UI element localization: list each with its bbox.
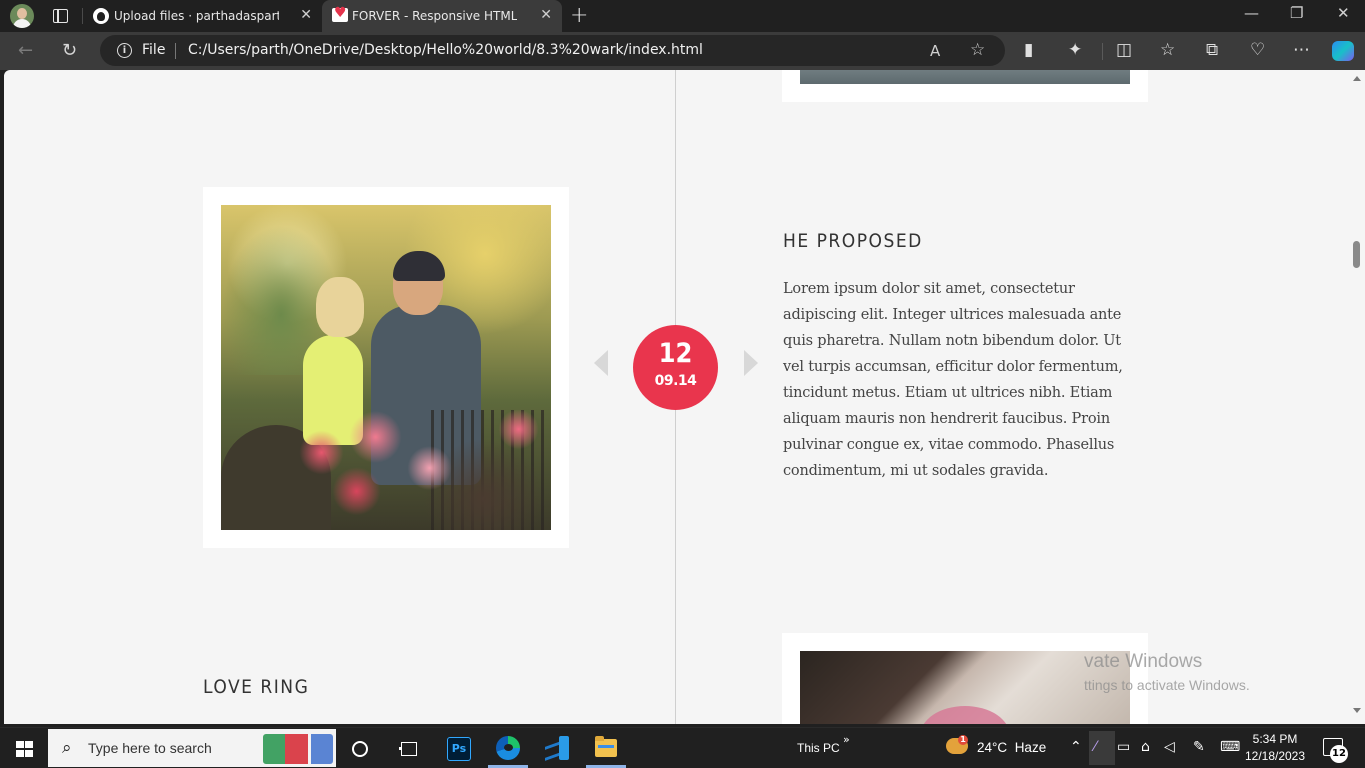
arrow-left-icon <box>594 350 608 376</box>
copilot-icon[interactable] <box>1332 41 1354 61</box>
event-title: LOVE RING <box>203 676 310 698</box>
tab-close-icon[interactable]: ✕ <box>540 7 552 23</box>
ring-photo <box>800 651 1130 724</box>
date-badge: 12 09.14 <box>633 325 718 410</box>
divider <box>82 8 83 24</box>
collections-icon[interactable]: ⧉ <box>1206 40 1218 60</box>
url-text[interactable]: C:/Users/parth/OneDrive/Desktop/Hello%20… <box>188 42 703 58</box>
extensions-puzzle-icon[interactable]: ✦ <box>1068 40 1082 60</box>
vertical-scrollbar[interactable] <box>1348 70 1365 724</box>
github-icon <box>93 8 109 24</box>
new-tab-button[interactable]: + <box>570 3 588 28</box>
windows-start-icon[interactable] <box>16 741 33 757</box>
performance-heart-icon[interactable]: ♡ <box>1250 40 1265 60</box>
scrollbar-thumb[interactable] <box>1353 241 1360 268</box>
immersive-reader-icon[interactable]: ▮ <box>1024 40 1033 60</box>
photoshop-icon[interactable]: Ps <box>447 737 471 761</box>
notification-count: 12 <box>1330 745 1348 763</box>
scheme-label: File <box>142 42 166 58</box>
cortana-icon[interactable] <box>352 741 368 757</box>
clock-time: 5:34 PM <box>1252 732 1298 746</box>
favorites-icon[interactable]: ☆ <box>1160 40 1175 60</box>
event-description: Lorem ipsum dolor sit amet, consectetur … <box>783 281 1123 479</box>
minimize-button[interactable]: — <box>1244 4 1259 22</box>
event-title: HE PROPOSED <box>783 230 923 252</box>
system-clock[interactable]: 5:34 PM 12/18/2023 <box>1242 731 1308 765</box>
address-bar[interactable]: i File C:/Users/parth/OneDrive/Desktop/H… <box>100 35 1005 66</box>
navigation-bar: ← ↻ i File C:/Users/parth/OneDrive/Deskt… <box>0 32 1365 70</box>
proposal-photo <box>221 205 551 530</box>
tab-label: FORVER - Responsive HTML Wedding Templat… <box>352 9 517 23</box>
tab-close-icon[interactable]: ✕ <box>300 7 312 23</box>
title-bar: Upload files · parthadasparthiv/8.3-wark… <box>0 0 1365 32</box>
tab-actions-icon[interactable] <box>50 6 70 26</box>
close-window-button[interactable]: ✕ <box>1337 4 1350 22</box>
taskbar-search-box[interactable]: ⌕ Type here to search <box>48 729 336 767</box>
battery-icon[interactable]: ▭ <box>1117 739 1130 755</box>
taskbar: ⌕ Type here to search Ps This PC » 1 24°… <box>0 727 1365 768</box>
network-icon[interactable]: ⌂ <box>1141 739 1150 755</box>
scroll-down-icon[interactable] <box>1353 708 1361 713</box>
weather-badge: 1 <box>958 735 968 745</box>
info-icon[interactable]: i <box>117 43 132 58</box>
read-aloud-icon[interactable]: A <box>930 42 940 60</box>
divider <box>1102 43 1103 60</box>
this-pc-toolbar[interactable]: This PC <box>797 741 840 755</box>
pen-highlight <box>1089 731 1115 765</box>
scroll-up-icon[interactable] <box>1353 76 1361 81</box>
date-month: 09.14 <box>654 373 697 389</box>
tab-label: Upload files · parthadasparthiv/8.3-wark <box>114 9 279 23</box>
refresh-icon[interactable]: ↻ <box>62 40 77 61</box>
split-screen-icon[interactable]: ◫ <box>1116 40 1132 60</box>
restore-button[interactable]: ❐ <box>1290 4 1303 22</box>
pen-workspace-icon[interactable]: ✎ <box>1193 739 1205 755</box>
arrow-right-icon <box>744 350 758 376</box>
more-options-icon[interactable]: ⋯ <box>1293 40 1310 60</box>
event-photo <box>800 70 1130 84</box>
heart-favicon-icon <box>332 5 348 22</box>
tab-forver[interactable]: FORVER - Responsive HTML Wedding Templat… <box>322 0 562 32</box>
tab-upload-files[interactable]: Upload files · parthadasparthiv/8.3-wark… <box>84 0 322 32</box>
back-arrow-icon[interactable]: ← <box>18 40 33 61</box>
weather-widget[interactable]: 24°C Haze <box>977 740 1046 755</box>
divider <box>175 43 176 59</box>
profile-avatar[interactable] <box>10 4 34 28</box>
weather-temp: 24°C <box>977 740 1008 755</box>
edge-browser-icon[interactable] <box>496 736 520 760</box>
clock-date: 12/18/2023 <box>1244 749 1306 763</box>
keyboard-icon[interactable]: ⌨ <box>1220 739 1240 755</box>
search-placeholder: Type here to search <box>88 740 212 756</box>
activate-windows-subtitle: ttings to activate Windows. <box>1084 677 1250 693</box>
vscode-icon[interactable] <box>545 736 569 761</box>
photo-frame-top <box>782 70 1148 102</box>
page-viewport: 12 09.14 HE PROPOSED Lorem ipsum dolor s… <box>4 70 1348 724</box>
pen-icon[interactable]: ⁄ <box>1094 739 1096 755</box>
date-day: 12 <box>658 338 693 369</box>
show-hidden-icons-chevron-icon[interactable]: ⌃ <box>1070 739 1082 755</box>
search-icon: ⌕ <box>62 738 72 758</box>
task-view-icon[interactable] <box>399 740 417 756</box>
volume-icon[interactable]: ◁ <box>1164 739 1175 755</box>
photo-frame-proposal <box>203 187 569 548</box>
file-explorer-icon[interactable] <box>595 736 617 757</box>
activate-windows-title: vate Windows <box>1084 651 1203 672</box>
chevron-icon[interactable]: » <box>843 733 850 746</box>
gift-boxes-icon <box>263 734 333 764</box>
weather-condition: Haze <box>1014 740 1047 755</box>
favorite-star-icon[interactable]: ☆ <box>970 40 985 60</box>
